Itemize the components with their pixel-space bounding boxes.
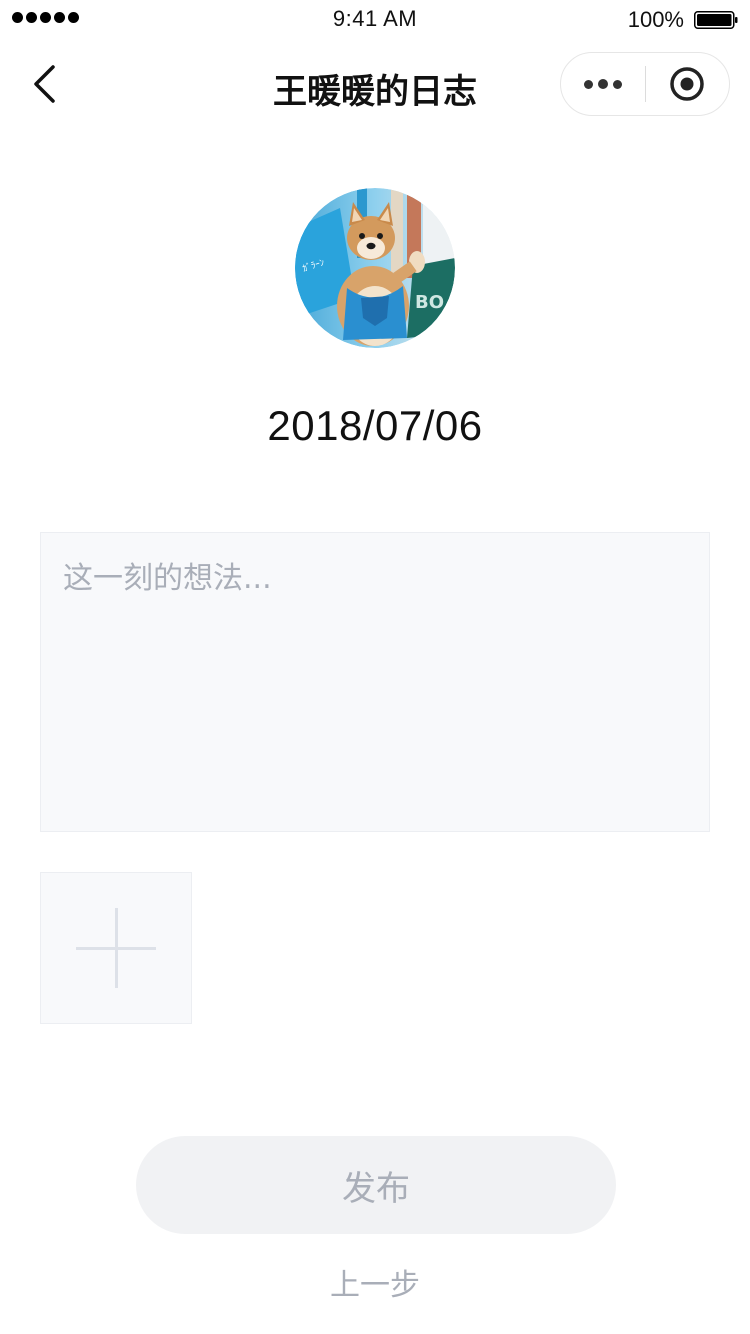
target-circle-icon	[670, 67, 704, 101]
battery-icon	[694, 11, 738, 29]
shiba-dog-avatar: ｶﾞﾗｰﾝ BO	[295, 188, 455, 348]
journal-entry-screen: 9:41 AM 100% 王暖暖的日志 ｶﾞﾗｰﾝ BO 2018/07/06 …	[0, 0, 750, 1334]
navigation-bar: 王暖暖的日志	[0, 40, 750, 128]
battery-percent: 100%	[627, 7, 684, 32]
thought-placeholder: 这一刻的想法...	[63, 561, 272, 596]
close-mini-program-button[interactable]	[646, 53, 730, 115]
previous-step-link[interactable]: 上一步	[0, 1260, 750, 1304]
thought-input[interactable]: 这一刻的想法...	[40, 532, 710, 832]
svg-text:BO: BO	[415, 292, 444, 313]
status-bar: 9:41 AM 100%	[0, 0, 750, 40]
publish-button[interactable]: 发布	[136, 1136, 616, 1234]
entry-date: 2018/07/06	[267, 402, 483, 449]
more-dots-icon	[583, 79, 622, 89]
add-photo-button[interactable]	[40, 872, 192, 1024]
more-button[interactable]	[561, 53, 645, 115]
mini-program-capsule	[560, 52, 730, 116]
